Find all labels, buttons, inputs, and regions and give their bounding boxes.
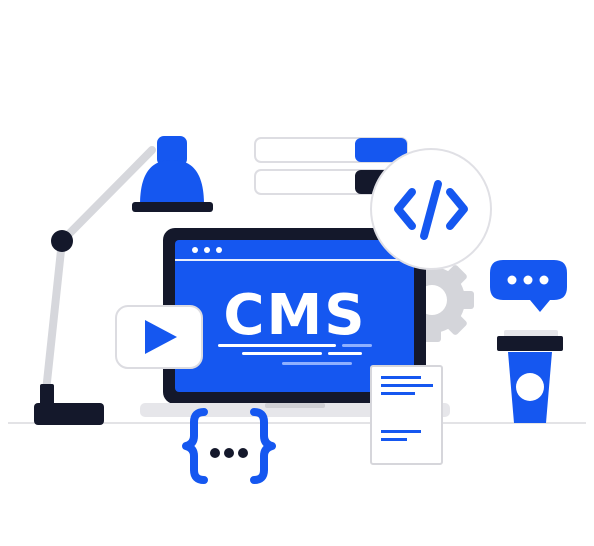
chat-bubble-icon [490, 260, 567, 312]
window-dot [204, 247, 210, 253]
play-video-icon [115, 305, 203, 369]
window-dot [192, 247, 198, 253]
document-icon [370, 365, 443, 465]
code-brackets-icon [370, 148, 492, 270]
window-dot [216, 247, 222, 253]
screen-label: CMS [223, 283, 366, 348]
coffee-cup-icon [497, 330, 563, 423]
cms-illustration: CMS [0, 0, 594, 546]
